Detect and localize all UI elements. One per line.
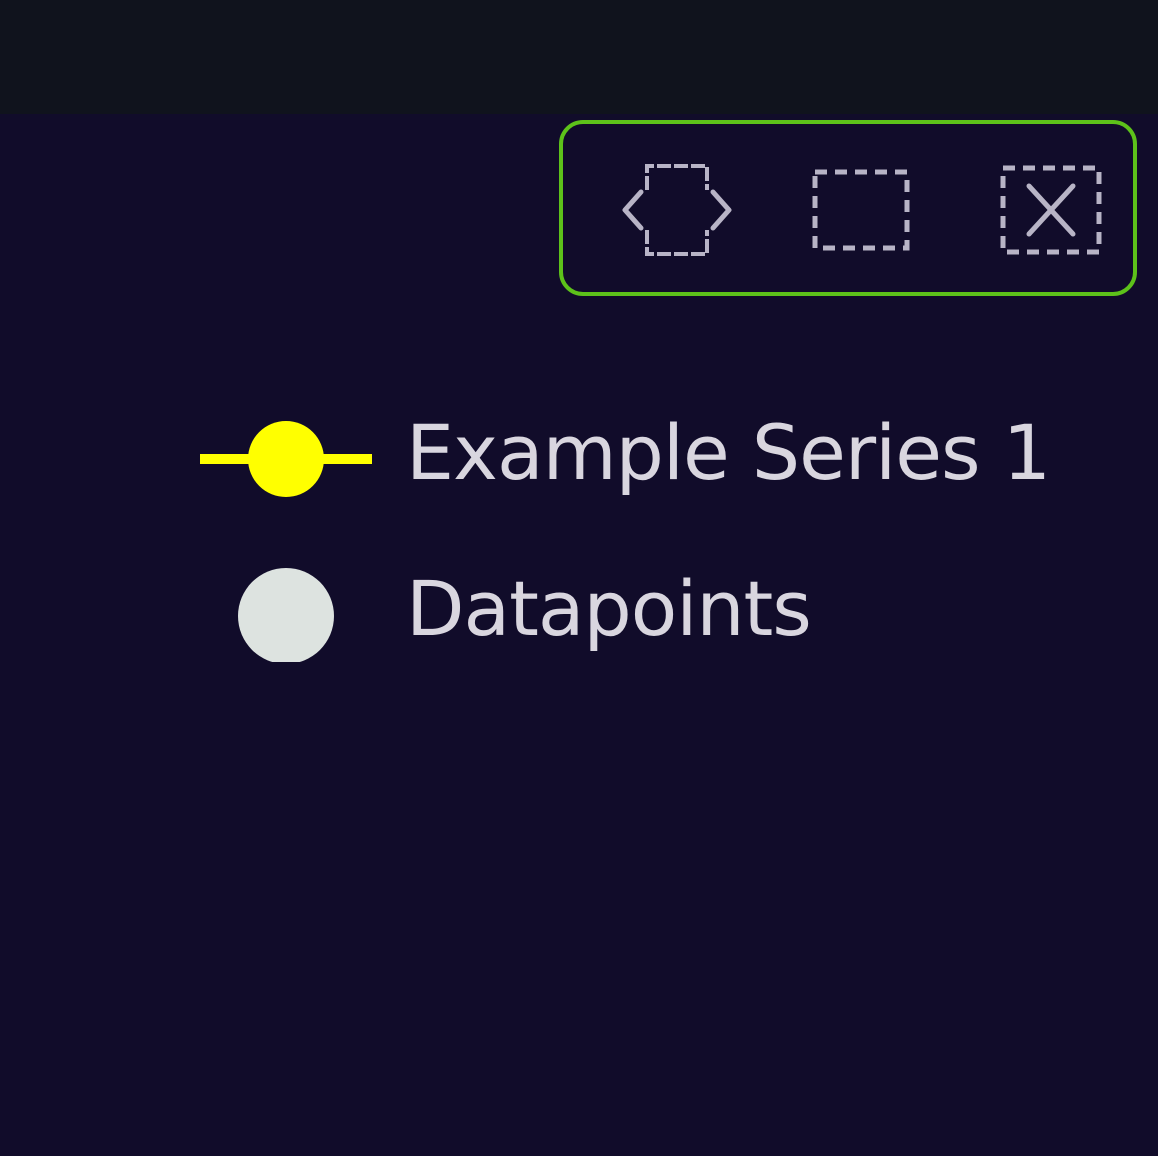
legend-label: Example Series 1: [406, 408, 1051, 497]
line-circle-icon: [196, 402, 376, 506]
clear-selection-button[interactable]: [993, 158, 1109, 262]
circle-icon: [196, 558, 376, 662]
legend-label: Datapoints: [406, 564, 812, 653]
legend-item-series-1[interactable]: Example Series 1: [196, 402, 1096, 506]
clear-selection-icon: [1000, 165, 1102, 255]
top-bar: [0, 0, 1158, 114]
chart-legend: Example Series 1 Datapoints: [196, 402, 1096, 662]
box-select-button[interactable]: [803, 158, 919, 262]
legend-item-datapoints[interactable]: Datapoints: [196, 558, 1096, 662]
data-zoom-button[interactable]: [619, 158, 735, 262]
chart-toolbox: [559, 120, 1137, 296]
box-select-icon: [812, 169, 910, 251]
data-zoom-icon: [622, 164, 732, 256]
